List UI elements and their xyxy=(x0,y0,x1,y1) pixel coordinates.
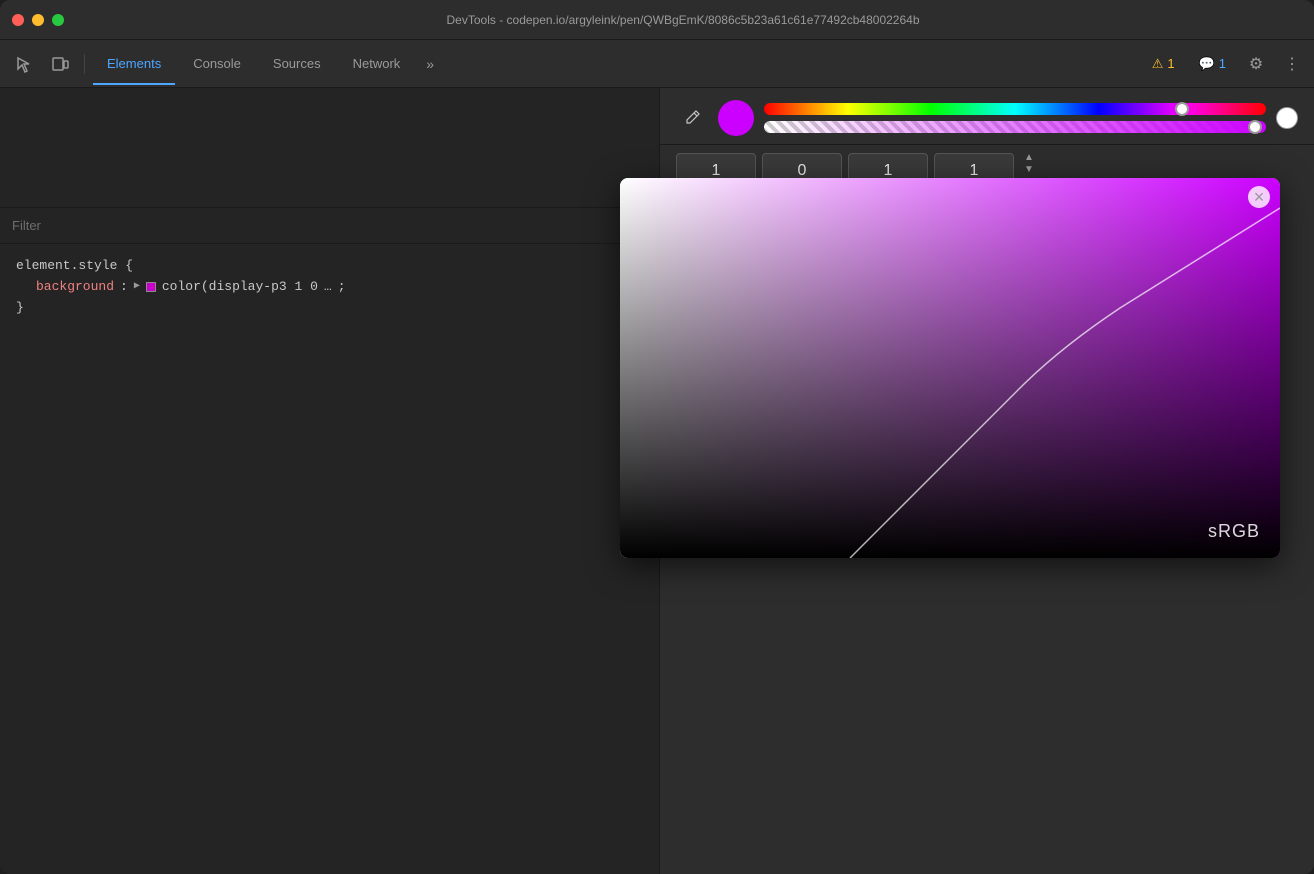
chat-icon: 💬 xyxy=(1199,56,1215,72)
color-gradient-popup: sRGB × xyxy=(620,178,1280,558)
code-line-1: element.style { xyxy=(16,256,643,277)
code-color-value: color(display-p3 1 0 xyxy=(162,277,318,298)
device-icon xyxy=(51,55,69,73)
close-button[interactable] xyxy=(12,14,24,26)
info-count: 1 xyxy=(1219,56,1226,71)
devtools-toolbar: Elements Console Sources Network » ⚠ 1 💬… xyxy=(0,40,1314,88)
cursor-icon xyxy=(15,55,33,73)
code-colon: : xyxy=(120,277,128,298)
code-property-background: background xyxy=(36,277,114,298)
warning-count: 1 xyxy=(1167,56,1174,71)
srgb-label: sRGB xyxy=(1208,521,1260,542)
alpha-slider[interactable] xyxy=(764,121,1266,133)
filter-label: Filter xyxy=(12,218,41,233)
tab-sources[interactable]: Sources xyxy=(259,50,335,77)
spinner-up[interactable]: ▲ xyxy=(1024,153,1034,163)
code-semicolon: ; xyxy=(338,277,346,298)
code-rule-close: } xyxy=(16,298,24,319)
minimize-button[interactable] xyxy=(32,14,44,26)
hue-slider[interactable] xyxy=(764,103,1266,115)
hue-thumb xyxy=(1175,102,1189,116)
color-gradient-canvas[interactable]: sRGB xyxy=(620,178,1280,558)
eyedropper-button[interactable] xyxy=(676,102,708,134)
value-spinners: ▲ ▼ xyxy=(1024,153,1034,175)
eyedropper-icon xyxy=(683,109,701,127)
code-line-3: } xyxy=(16,298,643,319)
styles-panel: element.style { background : ▶ color(dis… xyxy=(0,244,659,874)
spinner-down[interactable]: ▼ xyxy=(1024,165,1034,175)
main-area: Filter element.style { background : ▶ co… xyxy=(0,88,1314,874)
toolbar-separator xyxy=(84,54,85,74)
warning-badge[interactable]: ⚠ 1 xyxy=(1144,52,1183,76)
color-preview xyxy=(718,100,754,136)
warning-icon: ⚠ xyxy=(1152,56,1164,72)
code-value-rest: … xyxy=(324,277,332,298)
alpha-thumb xyxy=(1248,120,1262,134)
code-line-2: background : ▶ color(display-p3 1 0 … ; xyxy=(16,277,643,298)
tab-network[interactable]: Network xyxy=(339,50,415,77)
more-tabs-button[interactable]: » xyxy=(418,52,442,76)
info-badge[interactable]: 💬 1 xyxy=(1191,52,1234,76)
color-swatch[interactable] xyxy=(146,282,156,292)
code-rule-open: element.style { xyxy=(16,256,133,277)
window-title: DevTools - codepen.io/argyleink/pen/QWBg… xyxy=(64,13,1302,27)
alpha-circle-indicator xyxy=(1276,107,1298,129)
sliders-stack xyxy=(764,103,1266,133)
traffic-lights xyxy=(12,14,64,26)
tab-elements[interactable]: Elements xyxy=(93,50,175,77)
settings-button[interactable]: ⚙ xyxy=(1242,50,1270,78)
dom-tree-area xyxy=(0,88,659,208)
elements-panel: Filter element.style { background : ▶ co… xyxy=(0,88,660,874)
titlebar: DevTools - codepen.io/argyleink/pen/QWBg… xyxy=(0,0,1314,40)
more-button[interactable]: ⋮ xyxy=(1278,50,1306,78)
filter-bar: Filter xyxy=(0,208,659,244)
color-picker-sliders xyxy=(660,88,1314,145)
color-picker-close[interactable]: × xyxy=(1248,186,1270,208)
device-toolbar-button[interactable] xyxy=(44,48,76,80)
code-expand-arrow[interactable]: ▶ xyxy=(134,279,140,295)
inspect-element-button[interactable] xyxy=(8,48,40,80)
tab-console[interactable]: Console xyxy=(179,50,255,77)
devtools-window: DevTools - codepen.io/argyleink/pen/QWBg… xyxy=(0,0,1314,874)
maximize-button[interactable] xyxy=(52,14,64,26)
gamut-boundary-svg xyxy=(620,178,1280,558)
toolbar-right: ⚠ 1 💬 1 ⚙ ⋮ xyxy=(1144,50,1306,78)
